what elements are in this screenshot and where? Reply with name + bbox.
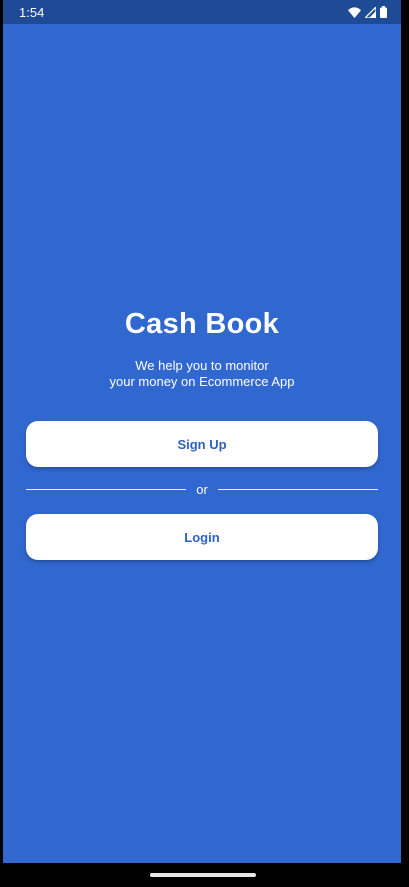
divider-line-left <box>26 488 187 490</box>
status-bar: 1:54 <box>3 0 401 24</box>
battery-icon <box>380 6 387 18</box>
or-divider: or <box>26 480 378 498</box>
home-indicator[interactable] <box>150 873 256 877</box>
cell-signal-icon <box>365 6 376 18</box>
device-frame: 1:54 Cash Book We help you to monitor yo… <box>0 0 409 887</box>
divider-or-text: or <box>196 481 208 497</box>
wifi-icon <box>348 6 361 18</box>
welcome-screen: Cash Book We help you to monitor your mo… <box>3 24 401 863</box>
subtitle-line-2: your money on Ecommerce App <box>109 374 295 389</box>
navigation-bar <box>0 863 409 887</box>
status-time: 1:54 <box>19 4 45 20</box>
status-icons <box>348 6 387 18</box>
subtitle-line-1: We help you to monitor <box>135 358 269 373</box>
login-button[interactable]: Login <box>26 514 378 560</box>
sign-up-label: Sign Up <box>177 436 227 452</box>
login-label: Login <box>184 529 220 545</box>
app-subtitle: We help you to monitor your money on Eco… <box>3 358 401 390</box>
divider-line-right <box>217 488 378 490</box>
sign-up-button[interactable]: Sign Up <box>26 421 378 467</box>
app-title: Cash Book <box>124 308 280 340</box>
